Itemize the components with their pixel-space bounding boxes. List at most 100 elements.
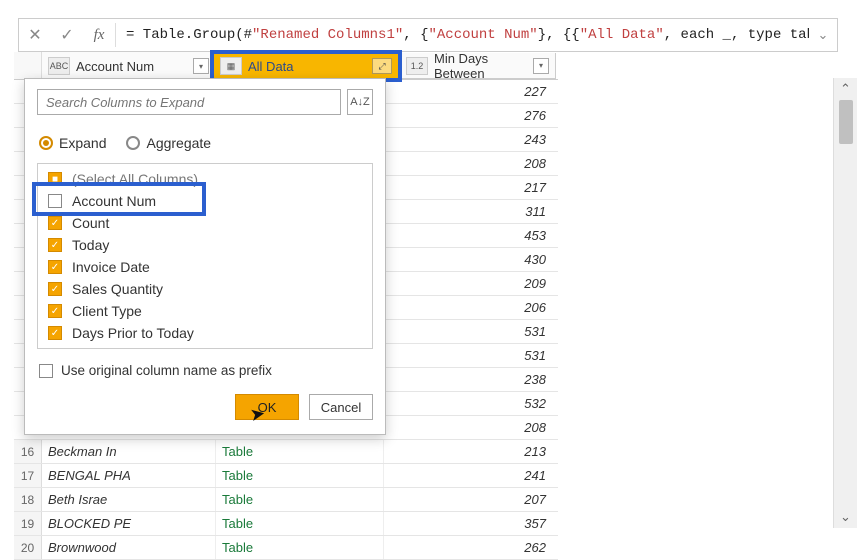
cancel-button[interactable]: Cancel <box>309 394 373 420</box>
cell-min-days[interactable]: 241 <box>384 464 554 487</box>
checkbox-icon: ✓ <box>48 260 62 274</box>
row-number-header <box>14 52 42 79</box>
checkbox-icon: ✓ <box>48 282 62 296</box>
column-header-min-days[interactable]: 1.2 Min Days Between ▾ <box>400 53 556 79</box>
cell-min-days[interactable]: 357 <box>384 512 554 535</box>
checkbox-icon: ✓ <box>48 238 62 252</box>
checkbox-label: Account Num <box>72 193 156 209</box>
row-number: 19 <box>14 512 42 535</box>
cell-account-num[interactable]: BLOCKED PE <box>42 512 216 535</box>
cell-min-days[interactable]: 209 <box>384 272 554 295</box>
column-checkbox-item[interactable]: ✓ Sales Quantity <box>38 278 372 300</box>
row-number: 20 <box>14 536 42 559</box>
cell-min-days[interactable]: 276 <box>384 104 554 127</box>
row-number: 17 <box>14 464 42 487</box>
type-table-icon: ▦ <box>220 57 242 75</box>
column-filter-icon[interactable]: ▾ <box>533 58 549 74</box>
scroll-down-icon[interactable]: ⌄ <box>834 506 857 528</box>
column-label: All Data <box>248 59 366 74</box>
checkbox-label: Days Prior to Today <box>72 325 194 341</box>
checkbox-icon: ✓ <box>48 216 62 230</box>
cell-account-num[interactable]: Beckman In <box>42 440 216 463</box>
radio-icon <box>126 136 140 150</box>
cell-min-days[interactable]: 531 <box>384 320 554 343</box>
cell-min-days[interactable]: 208 <box>384 152 554 175</box>
type-decimal-icon: 1.2 <box>406 57 428 75</box>
column-checkbox-item[interactable]: ✓ Count <box>38 212 372 234</box>
expand-formula-icon[interactable]: ⌄ <box>809 19 837 51</box>
cell-account-num[interactable]: BENGAL PHA <box>42 464 216 487</box>
cell-min-days[interactable]: 243 <box>384 128 554 151</box>
prefix-checkbox-row[interactable]: Use original column name as prefix <box>37 361 373 394</box>
cell-min-days[interactable]: 207 <box>384 488 554 511</box>
cell-all-data-link[interactable]: Table <box>216 464 384 487</box>
column-header-account-num[interactable]: ABC Account Num ▾ <box>42 52 216 80</box>
checkbox-label: Invoice Date <box>72 259 150 275</box>
select-all-columns[interactable]: ■ (Select All Columns) <box>38 168 372 190</box>
checkbox-label: Today <box>72 237 109 253</box>
checkbox-icon: ✓ <box>48 326 62 340</box>
expand-column-icon[interactable]: ⤢ <box>372 58 392 74</box>
cell-min-days[interactable]: 238 <box>384 368 554 391</box>
expand-columns-popup: A↓Z Expand Aggregate ■ (Select All Colum… <box>24 78 386 435</box>
cell-min-days[interactable]: 217 <box>384 176 554 199</box>
table-row[interactable]: 18Beth IsraeTable207 <box>14 488 558 512</box>
checkbox-label: Use original column name as prefix <box>61 363 272 378</box>
radio-label: Expand <box>59 135 106 151</box>
cell-min-days[interactable]: 531 <box>384 344 554 367</box>
table-row[interactable]: 17BENGAL PHATable241 <box>14 464 558 488</box>
cell-min-days[interactable]: 532 <box>384 392 554 415</box>
sort-button[interactable]: A↓Z <box>347 89 373 115</box>
search-input[interactable] <box>37 89 341 115</box>
checkbox-label: Sales Quantity <box>72 281 163 297</box>
checkbox-icon: ■ <box>48 172 62 186</box>
fx-icon[interactable]: fx <box>83 19 115 51</box>
scroll-up-icon[interactable]: ⌃ <box>834 78 857 100</box>
column-checkbox-item[interactable]: Account Num <box>38 190 372 212</box>
cell-min-days[interactable]: 213 <box>384 440 554 463</box>
cancel-formula-icon[interactable]: ✕ <box>19 19 51 51</box>
column-checkbox-item[interactable]: ✓ Today <box>38 234 372 256</box>
cell-min-days[interactable]: 311 <box>384 200 554 223</box>
checkbox-label: Count <box>72 215 109 231</box>
table-row[interactable]: 19BLOCKED PETable357 <box>14 512 558 536</box>
column-checkbox-list: ■ (Select All Columns) Account Num ✓ Count… <box>37 163 373 349</box>
checkbox-icon: ✓ <box>48 304 62 318</box>
column-filter-icon[interactable]: ▾ <box>193 58 209 74</box>
commit-formula-icon[interactable]: ✓ <box>51 19 83 51</box>
column-checkbox-item[interactable]: ✓ Invoice Date <box>38 256 372 278</box>
checkbox-icon <box>48 194 62 208</box>
ok-button[interactable]: OK <box>235 394 299 420</box>
formula-input[interactable]: = Table.Group(#"Renamed Columns1", {"Acc… <box>116 27 809 43</box>
vertical-scrollbar[interactable]: ⌃ ⌄ <box>833 78 857 528</box>
table-row[interactable]: 16Beckman InTable213 <box>14 440 558 464</box>
radio-label: Aggregate <box>146 135 211 151</box>
cell-all-data-link[interactable]: Table <box>216 536 384 559</box>
radio-icon <box>39 136 53 150</box>
column-checkbox-item[interactable]: ✓ Days Prior to Today <box>38 322 372 344</box>
cell-min-days[interactable]: 262 <box>384 536 554 559</box>
cell-all-data-link[interactable]: Table <box>216 512 384 535</box>
cell-account-num[interactable]: Brownwood <box>42 536 216 559</box>
checkbox-label: (Select All Columns) <box>72 171 198 187</box>
row-number: 18 <box>14 488 42 511</box>
cell-min-days[interactable]: 208 <box>384 416 554 439</box>
column-label: Account Num <box>76 59 187 74</box>
cell-account-num[interactable]: Beth Israe <box>42 488 216 511</box>
cell-min-days[interactable]: 453 <box>384 224 554 247</box>
cell-all-data-link[interactable]: Table <box>216 488 384 511</box>
formula-bar: ✕ ✓ fx = Table.Group(#"Renamed Columns1"… <box>18 18 838 52</box>
radio-expand[interactable]: Expand <box>39 135 106 151</box>
scrollbar-thumb[interactable] <box>839 100 853 144</box>
cell-min-days[interactable]: 206 <box>384 296 554 319</box>
cell-all-data-link[interactable]: Table <box>216 440 384 463</box>
type-abc-icon: ABC <box>48 57 70 75</box>
row-number: 16 <box>14 440 42 463</box>
table-row[interactable]: 20BrownwoodTable262 <box>14 536 558 560</box>
column-checkbox-item[interactable]: ✓Client Type <box>38 300 372 322</box>
cell-min-days[interactable]: 227 <box>384 80 554 103</box>
radio-aggregate[interactable]: Aggregate <box>126 135 211 151</box>
cell-min-days[interactable]: 430 <box>384 248 554 271</box>
column-label: Min Days Between <box>434 51 527 81</box>
checkbox-icon <box>39 364 53 378</box>
